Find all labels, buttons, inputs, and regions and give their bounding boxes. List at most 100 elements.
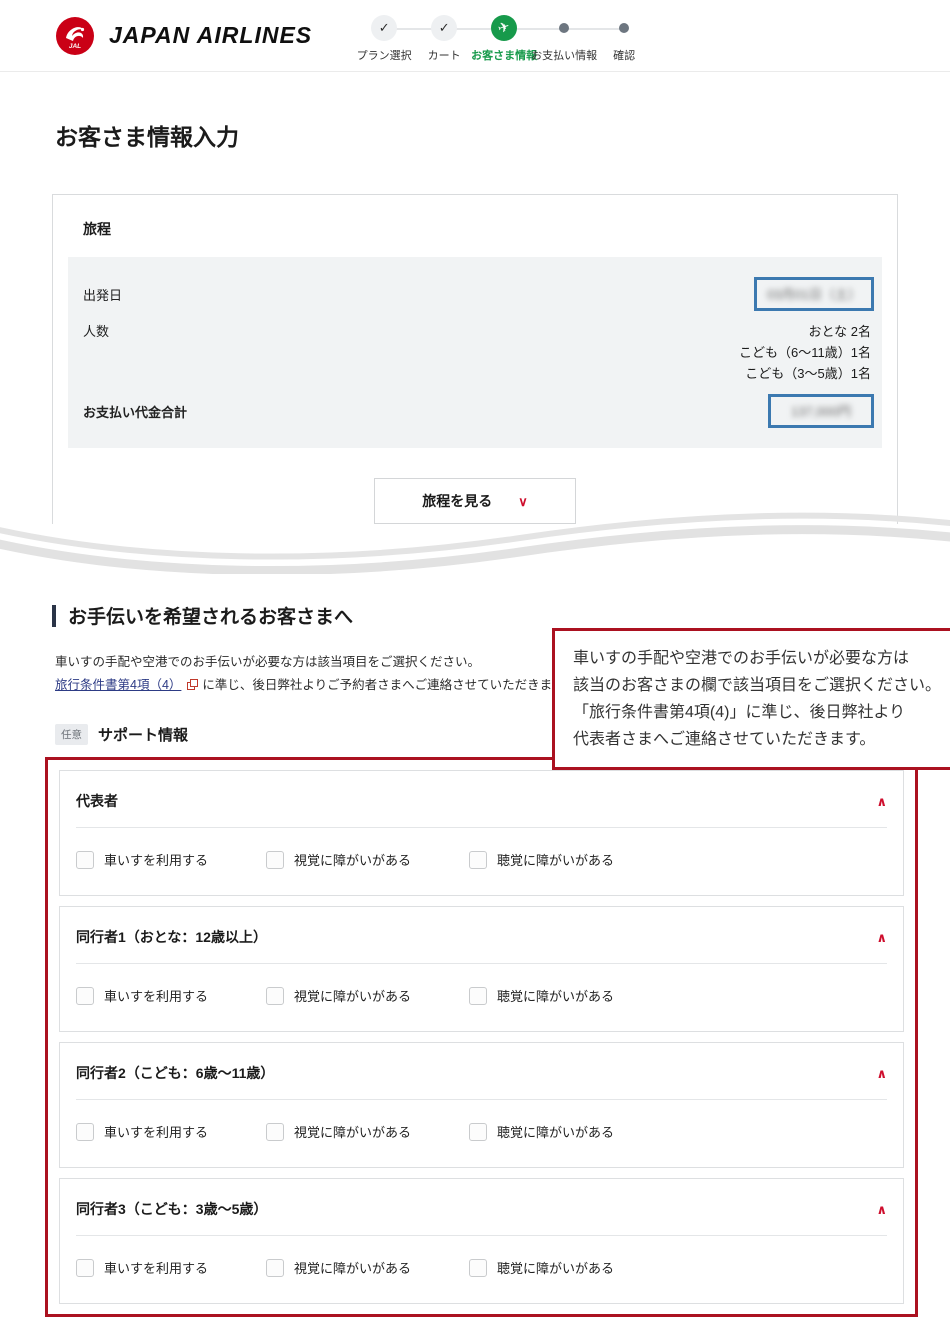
divider <box>76 1099 887 1100</box>
checkbox-row: 車いすを利用する 視覚に障がいがある 聴覚に障がいがある <box>76 850 887 869</box>
checkbox-unchecked[interactable] <box>266 851 284 869</box>
people-row: 人数 おとな 2名こども（6〜11歳）1名こども（3〜5歳）1名 <box>83 321 874 384</box>
assist-section: お手伝いを希望されるお客さまへ 車いすの手配や空港でのお手伝いが必要な方は該当項… <box>52 602 898 1317</box>
people-value-line: こども（3〜5歳）1名 <box>739 363 871 384</box>
person-accordion-header[interactable]: 同行者1（おとな：12歳以上） ∧ <box>76 927 887 947</box>
stepper-step: お支払い情報 <box>534 15 594 63</box>
step-label: お客さま情報 <box>471 47 537 63</box>
support-option[interactable]: 聴覚に障がいがある <box>469 1258 614 1277</box>
support-option[interactable]: 視覚に障がいがある <box>266 986 411 1005</box>
departure-value-box: 03月01日（土） <box>754 277 874 311</box>
checkbox-unchecked[interactable] <box>469 1123 487 1141</box>
support-option[interactable]: 車いすを利用する <box>76 1258 208 1277</box>
people-values: おとな 2名こども（6〜11歳）1名こども（3〜5歳）1名 <box>739 321 874 384</box>
checkbox-unchecked[interactable] <box>76 1123 94 1141</box>
checkbox-label: 車いすを利用する <box>104 986 208 1005</box>
divider <box>76 1235 887 1236</box>
brand-wordmark: JAPAN AIRLINES <box>109 22 312 49</box>
checkbox-unchecked[interactable] <box>266 1123 284 1141</box>
support-option[interactable]: 聴覚に障がいがある <box>469 1122 614 1141</box>
support-options-group: 代表者 ∧ 車いすを利用する 視覚に障がいがある 聴覚に障がいがある 同行者1（… <box>45 757 918 1317</box>
svg-text:JAL: JAL <box>69 43 81 50</box>
person-card: 同行者3（こども：3歳〜5歳） ∧ 車いすを利用する 視覚に障がいがある 聴覚に… <box>59 1178 904 1304</box>
total-value: 137,000円 <box>791 404 851 419</box>
chevron-down-icon: ∨ <box>518 495 528 508</box>
step-state-icon: ✓ <box>371 15 397 41</box>
divider <box>76 963 887 964</box>
checkbox-label: 視覚に障がいがある <box>294 986 411 1005</box>
total-value-box: 137,000円 <box>768 394 874 428</box>
people-label: 人数 <box>83 321 109 340</box>
person-card: 代表者 ∧ 車いすを利用する 視覚に障がいがある 聴覚に障がいがある <box>59 770 904 896</box>
step-label: カート <box>428 47 461 63</box>
jal-logo[interactable]: JAL JAPAN AIRLINES <box>55 16 312 56</box>
step-label: 確認 <box>613 47 635 63</box>
checkbox-row: 車いすを利用する 視覚に障がいがある 聴覚に障がいがある <box>76 1258 887 1277</box>
header: JAL JAPAN AIRLINES ✓ プラン選択 ✓ カート ✈ お客さま情… <box>0 0 950 72</box>
stepper: ✓ プラン選択 ✓ カート ✈ お客さま情報 お支払い情報 確認 <box>354 15 654 63</box>
checkbox-label: 視覚に障がいがある <box>294 1258 411 1277</box>
checkbox-label: 聴覚に障がいがある <box>497 986 614 1005</box>
step-state-icon <box>619 23 629 33</box>
person-title: 同行者3（こども：3歳〜5歳） <box>76 1199 267 1219</box>
stepper-step: 確認 <box>594 15 654 63</box>
step-state-icon: ✈ <box>491 15 517 41</box>
checkbox-label: 車いすを利用する <box>104 850 208 869</box>
checkbox-unchecked[interactable] <box>76 1259 94 1277</box>
assist-desc-line2: に準じ、後日弊社よりご予約者さまへご連絡させていただきます。 <box>202 678 576 692</box>
callout-line: 車いすの手配や空港でのお手伝いが必要な方は <box>573 645 933 672</box>
step-label: プラン選択 <box>357 47 412 63</box>
checkbox-label: 視覚に障がいがある <box>294 850 411 869</box>
terms-link[interactable]: 旅行条件書第4項（4） <box>55 678 181 692</box>
step-state-icon: ✓ <box>431 15 457 41</box>
person-title: 代表者 <box>76 791 118 811</box>
view-itinerary-label: 旅程を見る <box>422 491 492 511</box>
itinerary-card: 旅程 出発日 03月01日（土） 人数 おとな 2名こども（6〜11歳）1名こど… <box>52 194 898 524</box>
optional-badge: 任意 <box>55 724 88 745</box>
checkbox-label: 聴覚に障がいがある <box>497 1258 614 1277</box>
person-title: 同行者2（こども：6歳〜11歳） <box>76 1063 274 1083</box>
support-option[interactable]: 聴覚に障がいがある <box>469 850 614 869</box>
assist-heading: お手伝いを希望されるお客さまへ <box>52 602 898 629</box>
heading-accent-bar <box>52 605 56 627</box>
checkbox-row: 車いすを利用する 視覚に障がいがある 聴覚に障がいがある <box>76 986 887 1005</box>
support-option[interactable]: 視覚に障がいがある <box>266 1258 411 1277</box>
step-label: お支払い情報 <box>531 47 597 63</box>
checkbox-unchecked[interactable] <box>469 987 487 1005</box>
support-option[interactable]: 車いすを利用する <box>76 1122 208 1141</box>
person-accordion-header[interactable]: 同行者3（こども：3歳〜5歳） ∧ <box>76 1199 887 1219</box>
checkbox-label: 視覚に障がいがある <box>294 1122 411 1141</box>
checkbox-unchecked[interactable] <box>266 987 284 1005</box>
chevron-up-icon: ∧ <box>876 1067 887 1080</box>
person-accordion-header[interactable]: 代表者 ∧ <box>76 791 887 811</box>
support-option[interactable]: 視覚に障がいがある <box>266 850 411 869</box>
wave-divider <box>0 510 950 574</box>
stepper-step: ✓ プラン選択 <box>354 15 414 63</box>
departure-row: 出発日 03月01日（土） <box>83 277 874 311</box>
person-title: 同行者1（おとな：12歳以上） <box>76 927 267 947</box>
stepper-step: ✈ お客さま情報 <box>474 15 534 63</box>
checkbox-label: 車いすを利用する <box>104 1122 208 1141</box>
checkbox-unchecked[interactable] <box>76 987 94 1005</box>
support-option[interactable]: 視覚に障がいがある <box>266 1122 411 1141</box>
itinerary-panel: 出発日 03月01日（土） 人数 おとな 2名こども（6〜11歳）1名こども（3… <box>68 257 882 448</box>
checkbox-label: 聴覚に障がいがある <box>497 850 614 869</box>
checkbox-unchecked[interactable] <box>76 851 94 869</box>
plane-icon: ✈ <box>496 18 512 38</box>
departure-value: 03月01日（土） <box>767 287 861 302</box>
assist-callout: 車いすの手配や空港でのお手伝いが必要な方は該当のお客さまの欄で該当項目をご選択く… <box>552 628 950 770</box>
support-info-label: サポート情報 <box>98 724 188 745</box>
support-option[interactable]: 聴覚に障がいがある <box>469 986 614 1005</box>
person-accordion-header[interactable]: 同行者2（こども：6歳〜11歳） ∧ <box>76 1063 887 1083</box>
support-option[interactable]: 車いすを利用する <box>76 986 208 1005</box>
checkbox-unchecked[interactable] <box>469 1259 487 1277</box>
support-option[interactable]: 車いすを利用する <box>76 850 208 869</box>
stepper-step: ✓ カート <box>414 15 474 63</box>
chevron-up-icon: ∧ <box>876 795 887 808</box>
checkbox-unchecked[interactable] <box>266 1259 284 1277</box>
jal-crane-icon: JAL <box>55 16 95 56</box>
chevron-up-icon: ∧ <box>876 1203 887 1216</box>
chevron-up-icon: ∧ <box>876 931 887 944</box>
divider <box>76 827 887 828</box>
checkbox-unchecked[interactable] <box>469 851 487 869</box>
